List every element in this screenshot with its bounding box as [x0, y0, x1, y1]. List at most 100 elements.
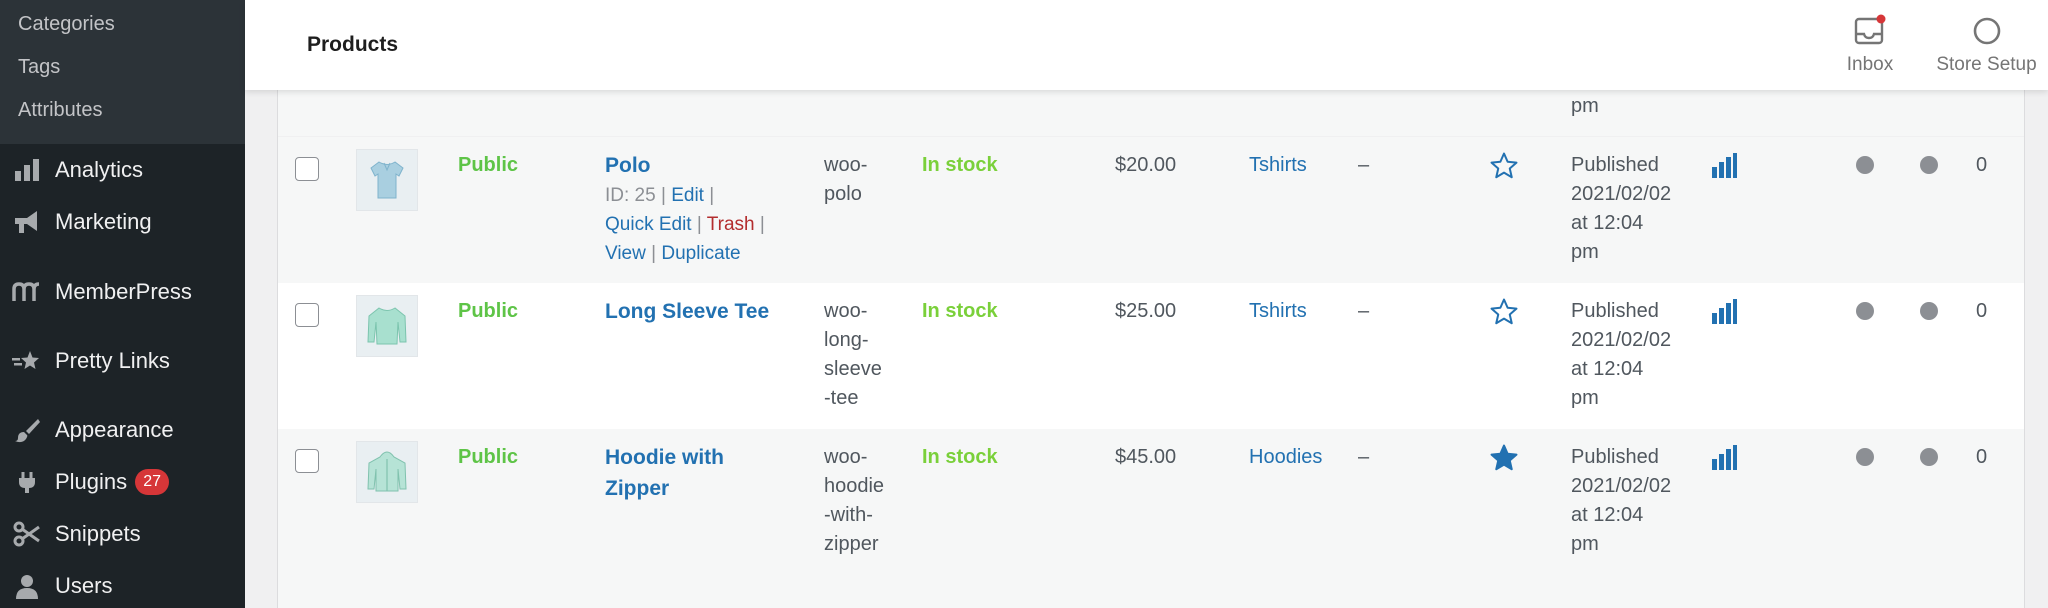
stats-icon[interactable]	[1711, 153, 1737, 188]
status-dot-icon	[1920, 156, 1938, 174]
sku-line: long-	[824, 329, 869, 351]
product-price: $45.00	[1115, 446, 1177, 468]
row-actions: ID: 25 | Edit | Quick Edit | Trash | Vie…	[605, 185, 765, 264]
sidebar-item-marketing[interactable]: Marketing	[12, 202, 152, 242]
scissors-icon	[12, 519, 42, 549]
product-name-link[interactable]: Hoodie with Zipper	[605, 442, 724, 504]
sidebar-item-analytics[interactable]: Analytics	[12, 150, 143, 190]
product-sku: woo- long- sleeve -tee	[824, 297, 882, 413]
status-dot-icon	[1856, 156, 1874, 174]
product-category-link[interactable]: Tshirts	[1249, 151, 1307, 180]
featured-star-icon[interactable]	[1489, 443, 1519, 482]
product-visibility: Public	[458, 446, 519, 468]
plug-icon	[12, 467, 42, 497]
product-name-line: Zipper	[605, 477, 670, 500]
status-dot-icon	[1856, 302, 1874, 320]
sidebar-item-pretty-links[interactable]: Pretty Links	[12, 341, 170, 381]
product-name-link[interactable]: Long Sleeve Tee	[605, 296, 769, 327]
submenu-item-categories[interactable]: Categories	[18, 13, 115, 36]
sidebar-item-label: Appearance	[55, 417, 174, 442]
sidebar-item-label: Analytics	[55, 157, 144, 182]
status-dot-icon	[1856, 448, 1874, 466]
product-thumbnail[interactable]	[356, 149, 418, 211]
trash-link[interactable]: Trash	[707, 214, 755, 235]
product-visibility: Public	[458, 154, 519, 176]
date-line: at 12:04	[1571, 504, 1644, 526]
sidebar-item-label: Pretty Links	[55, 348, 170, 373]
stock-status: In stock	[922, 300, 998, 322]
submenu-item-attributes[interactable]: Attributes	[18, 99, 102, 122]
row-select-checkbox[interactable]	[295, 449, 319, 473]
date-line: 2021/02/02	[1571, 183, 1672, 205]
stats-icon[interactable]	[1711, 299, 1737, 334]
megaphone-icon	[12, 207, 42, 237]
sidebar-item-label: Marketing	[55, 209, 152, 234]
inbox-button[interactable]: Inbox	[1825, 14, 1915, 76]
product-category-link[interactable]: Tshirts	[1249, 297, 1307, 326]
page-header: Products Inbox Store Setup	[245, 0, 2048, 90]
store-setup-button[interactable]: Store Setup	[1925, 14, 2048, 76]
product-name-link[interactable]: Polo	[605, 150, 765, 181]
stats-icon[interactable]	[1711, 445, 1737, 480]
product-name-cell: Hoodie with Zipper	[605, 442, 724, 504]
products-table: pm Public Polo ID: 25 | Edit | Quick Edi…	[277, 0, 2025, 608]
sidebar-item-plugins[interactable]: Plugins 27	[12, 462, 170, 502]
product-sku: woo- hoodie -with- zipper	[824, 443, 884, 559]
row-select-checkbox[interactable]	[295, 157, 319, 181]
sku-line: woo-	[824, 300, 868, 322]
view-link[interactable]: View	[605, 243, 646, 264]
user-icon	[12, 571, 42, 601]
product-date: Published 2021/02/02 at 12:04 pm	[1571, 151, 1671, 267]
date-line: Published	[1571, 154, 1659, 176]
row-select-checkbox[interactable]	[295, 303, 319, 327]
memberpress-icon	[12, 277, 42, 307]
product-count: 0	[1976, 154, 1988, 176]
inbox-icon	[1853, 14, 1887, 48]
table-row: Public Hoodie with Zipper woo- hoodie -w…	[278, 429, 2024, 608]
submenu-item-tags[interactable]: Tags	[18, 56, 60, 79]
product-name-cell: Polo ID: 25 | Edit | Quick Edit | Trash …	[605, 150, 765, 268]
sku-line: woo-	[824, 446, 868, 468]
sidebar-item-users[interactable]: Users	[12, 566, 112, 606]
date-line: 2021/02/02	[1571, 475, 1672, 497]
bar-chart-icon	[12, 155, 42, 185]
sidebar-item-snippets[interactable]: Snippets	[12, 514, 141, 554]
date-line: at 12:04	[1571, 358, 1644, 380]
date-line: Published	[1571, 446, 1659, 468]
product-name-cell: Long Sleeve Tee	[605, 296, 769, 327]
product-thumbnail[interactable]	[356, 441, 418, 503]
sku-line: zipper	[824, 533, 879, 555]
sku-line: -tee	[824, 387, 859, 409]
sidebar-item-appearance[interactable]: Appearance	[12, 410, 174, 450]
date-line: 2021/02/02	[1571, 329, 1672, 351]
status-dot-icon	[1920, 448, 1938, 466]
product-tags: –	[1358, 300, 1370, 322]
edit-link[interactable]: Edit	[671, 185, 704, 206]
sidebar-item-label: Users	[55, 573, 113, 598]
product-name-line: Hoodie with	[605, 446, 724, 469]
status-dot-icon	[1920, 302, 1938, 320]
plugins-update-badge: 27	[135, 469, 170, 495]
product-tags: –	[1358, 446, 1370, 468]
sku-line: woo-	[824, 154, 868, 176]
date-line: pm	[1571, 387, 1599, 409]
product-thumbnail[interactable]	[356, 295, 418, 357]
product-sku: woo- polo	[824, 151, 867, 209]
sku-line: -with-	[824, 504, 873, 526]
quick-edit-link[interactable]: Quick Edit	[605, 214, 692, 235]
store-setup-label: Store Setup	[1936, 54, 2037, 75]
table-row: Public Long Sleeve Tee woo- long- sleeve…	[278, 283, 2024, 429]
sidebar-item-label: Plugins	[55, 469, 128, 494]
product-category-link[interactable]: Hoodies	[1249, 443, 1322, 472]
admin-sidebar: Categories Tags Attributes Analytics Mar…	[0, 0, 245, 608]
stock-status: In stock	[922, 154, 998, 176]
date-line: Published	[1571, 300, 1659, 322]
duplicate-link[interactable]: Duplicate	[661, 243, 740, 264]
product-count: 0	[1976, 446, 1988, 468]
date-line: at 12:04	[1571, 212, 1644, 234]
featured-star-icon[interactable]	[1489, 297, 1519, 336]
featured-star-icon[interactable]	[1489, 151, 1519, 190]
products-submenu: Categories Tags Attributes	[0, 0, 245, 144]
sku-line: polo	[824, 183, 862, 205]
sidebar-item-memberpress[interactable]: MemberPress	[12, 272, 192, 312]
